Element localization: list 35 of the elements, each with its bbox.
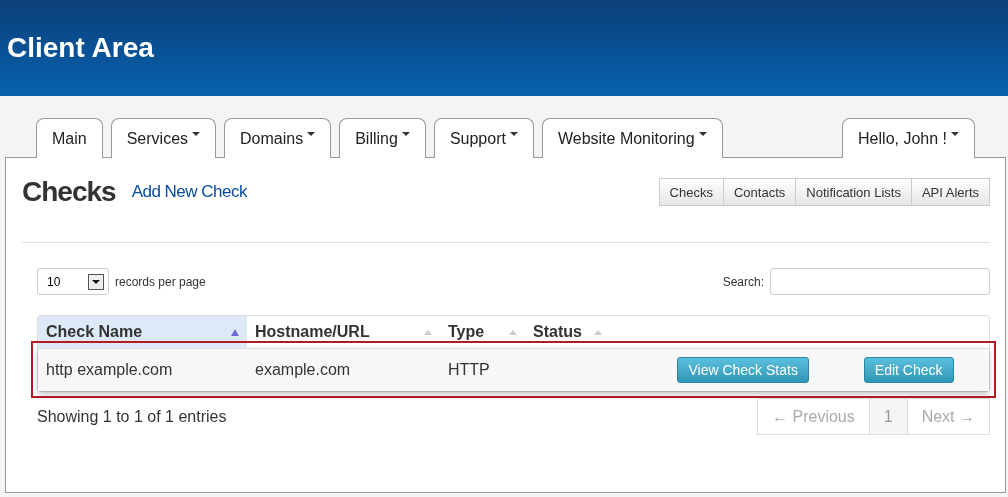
table-cell-text: http example.com xyxy=(45,361,174,379)
nav-tab[interactable]: Services xyxy=(110,118,217,158)
caret-icon xyxy=(192,132,201,136)
subnav-button[interactable]: Notification Lists xyxy=(795,178,912,206)
nav-tab[interactable]: Website Monitoring xyxy=(541,118,723,158)
sort-icon[interactable] xyxy=(509,329,517,335)
caret-icon xyxy=(509,132,518,136)
table-cell-text: HTTP xyxy=(447,361,491,379)
entries-info: Showing 1 to 1 of 1 entries xyxy=(37,407,227,426)
nav-tab[interactable]: Main xyxy=(36,118,103,158)
sort-icon[interactable] xyxy=(594,329,602,335)
caret-icon xyxy=(951,132,959,136)
nav-tab[interactable]: Domains xyxy=(224,118,332,158)
column-header[interactable]: Status xyxy=(525,316,610,348)
add-check-link[interactable]: Add New Check xyxy=(131,182,247,202)
page-title: Checks xyxy=(22,176,116,208)
table-cell-text: example.com xyxy=(254,361,352,379)
sort-icon[interactable] xyxy=(424,329,432,335)
caret-icon xyxy=(307,132,316,136)
caret-icon xyxy=(698,132,707,136)
nav-tab[interactable]: Hello, John ! xyxy=(842,118,975,158)
records-label: records per page xyxy=(115,274,206,289)
nav-tab[interactable]: Billing xyxy=(339,118,426,158)
records-select[interactable]: 10 xyxy=(37,268,109,295)
column-header[interactable]: Check Name xyxy=(38,316,247,348)
search-field[interactable] xyxy=(770,268,990,295)
column-header[interactable]: Type xyxy=(440,316,525,348)
site-title: Client Area xyxy=(7,32,154,64)
search-label: Search: xyxy=(722,274,764,289)
column-header[interactable]: Hostname/URL xyxy=(247,316,440,348)
caret-icon xyxy=(401,132,410,136)
subnav-button[interactable]: Checks xyxy=(658,178,724,206)
subnav-button[interactable]: API Alerts xyxy=(910,178,990,206)
nav-tab[interactable]: Support xyxy=(433,118,534,158)
subnav-button[interactable]: Contacts xyxy=(722,178,797,206)
